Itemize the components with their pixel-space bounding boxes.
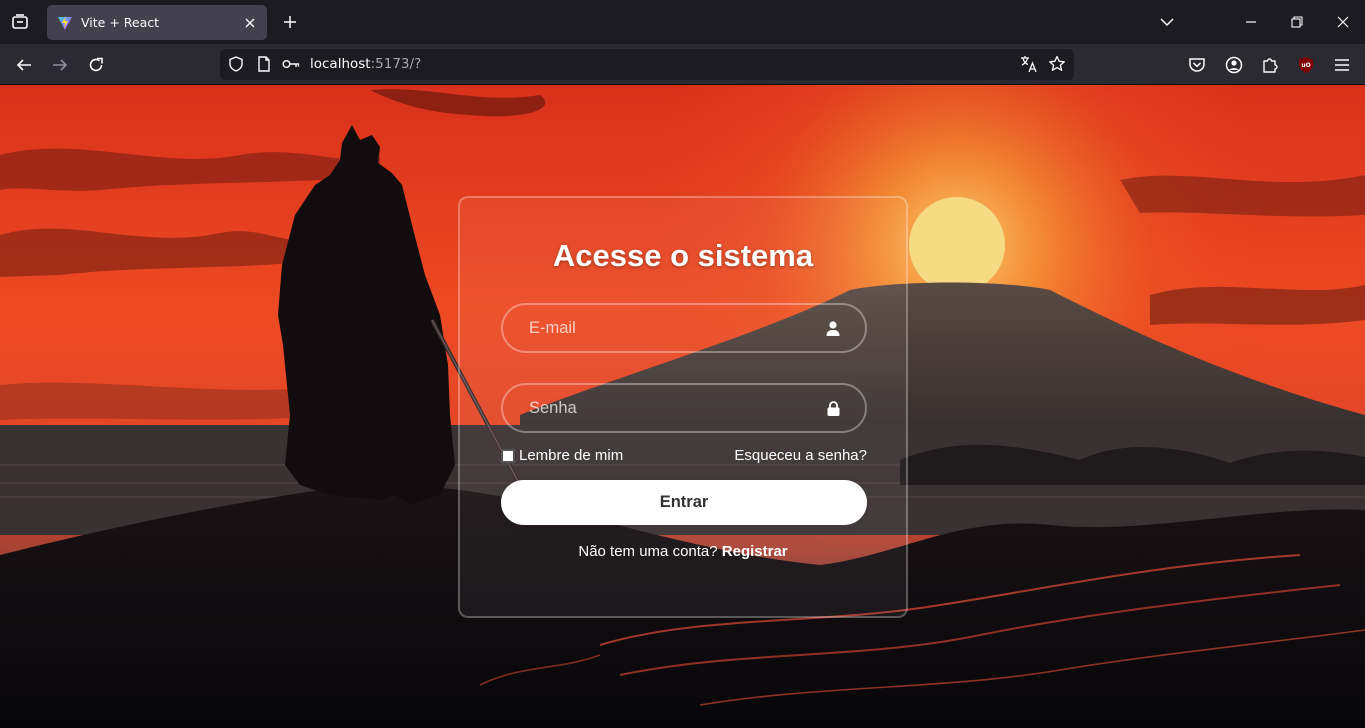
login-title: Acesse o sistema [552, 238, 814, 273]
tab-list-icon[interactable] [8, 10, 32, 34]
remember-label: Lembre de mim [519, 447, 624, 464]
user-icon [825, 320, 841, 336]
restore-icon[interactable] [1283, 8, 1311, 36]
remember-checkbox[interactable] [501, 448, 515, 463]
close-icon[interactable] [1329, 8, 1357, 36]
tab-title: Vite + React [81, 15, 160, 30]
ublock-icon[interactable]: uO [1294, 53, 1318, 77]
browser-nav-bar: localhost:5173/? uO [0, 44, 1365, 85]
pocket-icon[interactable] [1185, 53, 1209, 77]
remember-me[interactable]: Lembre de mim [501, 447, 623, 464]
star-icon[interactable] [1047, 54, 1067, 74]
chevron-down-icon[interactable] [1153, 8, 1181, 36]
arrow-right-icon[interactable] [47, 52, 73, 78]
register-row: Não tem uma conta? Registrar [460, 543, 906, 560]
plus-icon[interactable] [278, 10, 302, 34]
puzzle-icon[interactable] [1258, 53, 1282, 77]
remember-forgot-row: Lembre de mim Esqueceu a senha? [501, 447, 867, 467]
browser-tab[interactable]: Vite + React [47, 5, 267, 40]
password-input[interactable] [503, 385, 865, 431]
vite-logo-icon [57, 15, 73, 31]
shield-icon[interactable] [226, 54, 246, 74]
browser-tab-bar: Vite + React [0, 0, 1365, 44]
arrow-left-icon[interactable] [11, 52, 37, 78]
register-link[interactable]: Registrar [722, 543, 788, 560]
url-bar[interactable]: localhost:5173/? [220, 49, 1074, 80]
page-icon[interactable] [254, 54, 274, 74]
reload-icon[interactable] [83, 52, 109, 78]
lock-icon [825, 400, 841, 416]
email-input[interactable] [503, 305, 865, 351]
url-text[interactable]: localhost:5173/? [310, 56, 421, 72]
hamburger-menu-icon[interactable] [1330, 53, 1354, 77]
submit-button[interactable]: Entrar [501, 480, 867, 525]
close-icon[interactable] [239, 12, 261, 34]
translate-icon[interactable] [1019, 54, 1039, 74]
svg-text:uO: uO [1301, 62, 1310, 69]
url-host: localhost [310, 56, 371, 72]
minimize-icon[interactable] [1237, 8, 1265, 36]
login-card: Acesse o sistema Lembre de mim Esqueceu … [458, 196, 908, 618]
login-page: Acesse o sistema Lembre de mim Esqueceu … [0, 85, 1365, 728]
email-field-wrapper [501, 303, 867, 353]
forgot-password-link[interactable]: Esqueceu a senha? [734, 447, 867, 464]
url-path: :5173/? [370, 56, 422, 72]
password-field-wrapper [501, 383, 867, 433]
key-icon[interactable] [281, 54, 301, 74]
register-prompt: Não tem uma conta? [578, 543, 722, 560]
account-icon[interactable] [1222, 53, 1246, 77]
